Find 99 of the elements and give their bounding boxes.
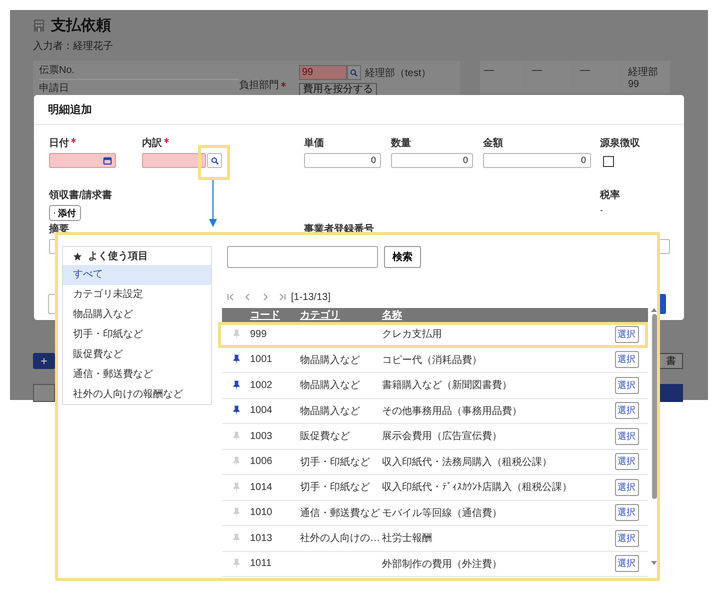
attach-button[interactable]: 添付 <box>49 205 81 221</box>
table-cell: 物品購入など <box>300 380 360 392</box>
favorites-label[interactable]: よく使う項目 <box>88 249 148 263</box>
table-cell-text: モバイル等回線（通信費） <box>382 506 503 520</box>
select-button[interactable]: 選択 <box>614 478 638 496</box>
building-icon <box>33 18 45 33</box>
field-label: 伝票No. <box>39 65 76 76</box>
department-name: 経理部（test） <box>365 66 432 80</box>
category-item[interactable]: すべて <box>63 265 211 285</box>
table-cell-text: 展示会費用（広告宣伝費） <box>382 430 503 444</box>
search-button[interactable] <box>207 153 222 168</box>
table-cell-text: クレカ支払用 <box>382 328 443 342</box>
number-field[interactable]: 0 <box>483 153 591 168</box>
table-cell-text: 1003 <box>250 430 274 442</box>
checkbox[interactable] <box>603 156 614 167</box>
table-cell-text: 1013 <box>250 532 274 544</box>
select-button[interactable]: 選択 <box>614 376 638 394</box>
category-item[interactable]: 社外の人向けの報酬など <box>63 385 211 405</box>
table-cell: 切手・印紙など <box>300 482 370 494</box>
search-field[interactable] <box>227 246 378 268</box>
select-button[interactable]: 選択 <box>614 428 638 445</box>
table-cell-text: 収入印紙代・ﾃﾞｨｽｶｳﾝﾄ店購入（租税公課） <box>382 480 573 494</box>
category-item[interactable]: 物品購入など <box>63 305 211 325</box>
select-button[interactable]: 選択 <box>614 402 638 420</box>
table-cell-text: コピー代（消耗品費） <box>382 354 483 367</box>
arrow-icon <box>209 180 217 228</box>
date-field[interactable] <box>49 153 116 168</box>
field-label: 負担部門 <box>239 80 279 91</box>
select-button[interactable]: 選択 <box>614 453 638 470</box>
scrollbar-thumb[interactable] <box>652 314 656 499</box>
search-icon <box>210 156 218 164</box>
page-title: 支払依頼 <box>51 16 111 35</box>
calendar-icon <box>103 156 112 165</box>
field-label: 税率 <box>600 188 620 202</box>
table-cell: 物品購入など <box>300 354 360 366</box>
table-cell-text: 収入印紙代・法務局購入（租税公課） <box>382 456 553 469</box>
column-header[interactable]: 名称 <box>382 308 605 322</box>
table-cell-text: 1010 <box>250 507 274 518</box>
select-button[interactable]: 選択 <box>614 351 638 368</box>
next-page-icon[interactable] <box>261 293 269 301</box>
number-field[interactable]: 0 <box>304 153 381 168</box>
category-item[interactable]: 切手・印紙など <box>63 325 211 345</box>
pin-icon[interactable] <box>232 354 240 366</box>
table-cell-text: 1006 <box>250 456 274 468</box>
last-page-icon[interactable] <box>278 293 286 301</box>
table-cell: 物品購入など <box>300 406 360 417</box>
category-item[interactable]: カテゴリ未設定 <box>63 285 211 305</box>
dialog-title: 明細追加 <box>34 95 684 125</box>
table-cell: 切手・印紙など <box>300 456 370 468</box>
search-button[interactable]: 検索 <box>384 246 421 268</box>
table-cell-text: 1011 <box>250 558 273 570</box>
table-cell-text: 999 <box>250 328 268 340</box>
column-header[interactable]: カテゴリ <box>300 308 382 322</box>
document-button[interactable]: 書 <box>659 353 683 369</box>
table-cell: 通信・郵送費など <box>300 508 380 519</box>
input-field[interactable] <box>142 153 206 168</box>
select-button[interactable]: 選択 <box>614 326 638 343</box>
search-button[interactable] <box>347 65 361 80</box>
field-label: 領収書/請求書 <box>49 188 113 202</box>
scroll-down-icon[interactable] <box>651 561 657 565</box>
category-item[interactable]: 販促費など <box>63 345 211 365</box>
table-cell-text: その他事務用品（事務用品費） <box>382 404 523 418</box>
pin-icon[interactable] <box>232 405 240 416</box>
table-cell-text: 書籍購入など（新聞図書費） <box>382 378 513 392</box>
search-icon <box>350 68 358 76</box>
table-cell-text: 1001 <box>250 354 274 366</box>
field-label: 数量 <box>391 136 411 150</box>
field-label: 日付 <box>49 136 69 150</box>
summary-cell-text: 経理部 <box>628 66 659 79</box>
table-cell-text: 1002 <box>250 380 274 391</box>
table-cell-text: 外部制作の費用（外注費） <box>382 558 503 571</box>
field-label: 金額 <box>483 136 503 150</box>
field-label: 源泉徴収 <box>600 136 640 150</box>
number-field[interactable]: 0 <box>391 153 473 168</box>
page-count: [1-13/13] <box>291 292 330 302</box>
summary-cell-text: 99 <box>628 79 640 90</box>
star-icon <box>73 252 82 260</box>
tax-rate-value: - <box>600 205 604 215</box>
split-cost-button[interactable]: 費用を按分する <box>299 83 377 96</box>
select-button[interactable]: 選択 <box>614 504 638 522</box>
first-page-icon[interactable] <box>227 293 235 301</box>
field-label: 内訳 <box>142 136 162 150</box>
pin-icon[interactable] <box>232 380 240 391</box>
field-label: 申請日 <box>39 79 239 94</box>
category-item[interactable]: 通信・郵送費など <box>63 365 211 385</box>
author-text: 入力者：経理花子 <box>33 40 114 53</box>
column-header[interactable]: コード <box>250 308 300 322</box>
highlight-frame <box>198 145 230 180</box>
add-button[interactable]: + <box>33 353 55 369</box>
table-cell-text: 1004 <box>250 405 274 416</box>
table-cell-text: 1014 <box>250 482 274 493</box>
scroll-up-icon[interactable] <box>651 308 657 312</box>
select-button[interactable]: 選択 <box>614 555 638 572</box>
table-cell: 社外の人向けの… <box>300 533 380 544</box>
previous-page-icon[interactable] <box>244 293 252 301</box>
field-label: 単価 <box>304 136 324 150</box>
table-cell: 販促費など <box>300 431 350 442</box>
select-button[interactable]: 選択 <box>614 530 638 547</box>
table-cell-text: 社労士報酬 <box>382 532 433 546</box>
